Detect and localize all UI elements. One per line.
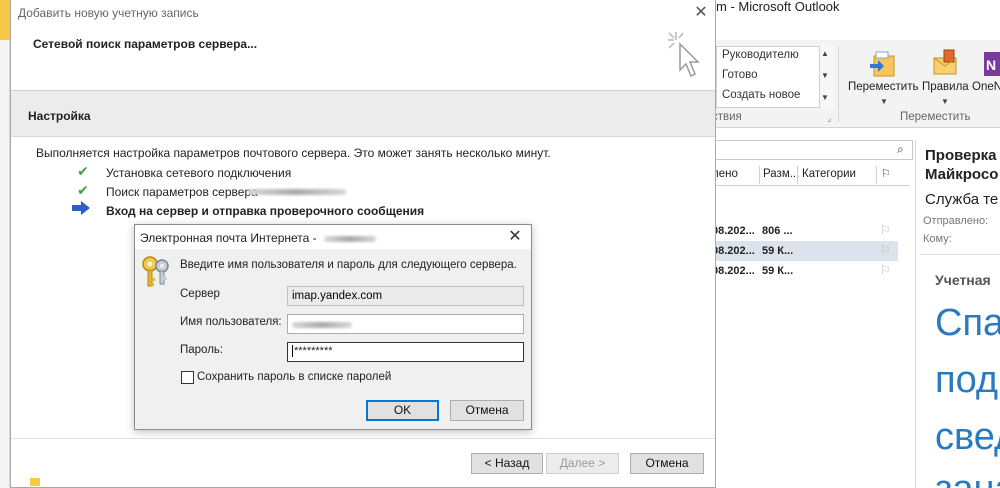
checkmark-icon: ✔: [77, 163, 89, 179]
reading-sender: Служба те: [925, 191, 999, 208]
wizard-cancel-button[interactable]: Отмена: [630, 453, 704, 474]
username-label: Имя пользователя:: [180, 316, 282, 328]
message-size: 806 ...: [762, 225, 793, 237]
reading-subject-line1: Проверка: [925, 147, 997, 164]
reading-body-line: зана: [935, 468, 1000, 488]
credentials-title: Электронная почта Интернета -: [140, 231, 376, 245]
outlook-left-edge-tab: [0, 0, 10, 40]
save-password-checkbox[interactable]: [181, 371, 194, 384]
keys-icon: [140, 254, 174, 293]
quick-step-create-new[interactable]: Создать новое: [722, 89, 800, 101]
wizard-footer-divider: [11, 438, 715, 439]
progress-description: Выполняется настройка параметров почтово…: [36, 146, 551, 160]
column-divider[interactable]: [876, 166, 877, 184]
rules-dropdown-icon[interactable]: ▼: [941, 97, 949, 106]
wizard-heading: Сетевой поиск параметров сервера...: [33, 37, 258, 51]
reading-body-line: Спа: [935, 302, 1000, 344]
reading-body-line: под: [935, 359, 999, 401]
credentials-title-text: Электронная почта Интернета -: [140, 231, 317, 245]
arrow-right-icon: [71, 201, 91, 218]
password-value: *********: [292, 345, 333, 357]
step-server-search: Поиск параметров сервера: [106, 185, 258, 199]
redacted-server: [248, 189, 346, 195]
reading-subject-line2: Майкросо: [925, 166, 999, 183]
back-button[interactable]: < Назад: [471, 453, 543, 474]
flag-icon[interactable]: ⚐: [880, 263, 891, 277]
svg-text:N: N: [986, 57, 996, 73]
flag-icon[interactable]: ⚐: [880, 243, 891, 257]
column-divider[interactable]: [759, 166, 760, 184]
ribbon-separator: [838, 46, 839, 122]
server-field: [287, 286, 524, 306]
search-icon[interactable]: ⌕: [897, 142, 904, 157]
message-date: 08.202...: [712, 265, 755, 277]
cursor-click-icon: [666, 30, 702, 85]
quick-step-manager[interactable]: Руководителю: [722, 49, 799, 61]
outlook-window-title: m - Microsoft Outlook: [716, 0, 840, 14]
move-icon[interactable]: [866, 46, 898, 81]
next-button[interactable]: Далее >: [546, 453, 619, 474]
column-divider[interactable]: [797, 166, 798, 184]
column-header-categories[interactable]: Категории: [802, 168, 856, 180]
credentials-prompt: Введите имя пользователя и пароль для сл…: [180, 259, 517, 271]
flag-column-icon[interactable]: ⚐: [881, 167, 891, 180]
section-title: Настройка: [28, 109, 91, 123]
reading-account-heading: Учетная: [935, 272, 991, 288]
wizard-close-button[interactable]: ✕: [690, 3, 712, 23]
step-login-test: Вход на сервер и отправка проверочного с…: [106, 204, 425, 218]
section-band: [11, 91, 715, 137]
reading-to-label: Кому:: [923, 233, 952, 245]
redacted-account: [324, 235, 376, 242]
move-button[interactable]: Переместить: [848, 81, 918, 93]
column-header-size[interactable]: Разм...: [763, 168, 799, 180]
gallery-expand-icon[interactable]: ▼: [821, 93, 829, 102]
message-date: 08.202...: [712, 225, 755, 237]
username-field[interactable]: [287, 314, 524, 334]
save-password-label[interactable]: Сохранить пароль в списке паролей: [197, 371, 391, 383]
checkmark-icon: ✔: [77, 182, 89, 198]
outlook-folder-peek: [30, 478, 230, 488]
flag-icon[interactable]: ⚐: [880, 223, 891, 237]
move-group-label: Переместить: [900, 111, 971, 123]
onenote-button[interactable]: OneN: [972, 81, 1000, 93]
rules-button[interactable]: Правила: [922, 81, 969, 93]
scroll-up-icon[interactable]: ▲: [821, 49, 829, 58]
message-size: 59 К...: [762, 265, 794, 277]
move-dropdown-icon[interactable]: ▼: [880, 97, 888, 106]
dialog-launcher-icon[interactable]: ⌟: [827, 113, 831, 124]
reading-sent-label: Отправлено:: [923, 215, 989, 227]
message-size: 59 К...: [762, 245, 794, 257]
rules-icon[interactable]: [928, 46, 960, 81]
quick-step-done[interactable]: Готово: [722, 69, 758, 81]
password-field[interactable]: *********: [287, 342, 524, 362]
wizard-title: Добавить новую учетную запись: [18, 6, 199, 20]
ok-button[interactable]: OK: [366, 400, 439, 421]
server-label: Сервер: [180, 288, 220, 300]
credentials-close-button[interactable]: ✕: [504, 227, 526, 247]
onenote-icon[interactable]: N: [982, 46, 1000, 81]
credentials-cancel-button[interactable]: Отмена: [450, 400, 524, 421]
message-date: 08.202...: [712, 245, 755, 257]
outlook-left-edge: [0, 0, 10, 488]
redacted-username: [292, 322, 352, 329]
search-input[interactable]: [700, 140, 913, 160]
reading-body-line: свед: [935, 416, 1000, 458]
step-network-connection: Установка сетевого подключения: [106, 166, 292, 180]
reading-divider: [920, 254, 1000, 255]
password-label: Пароль:: [180, 344, 224, 356]
scroll-down-icon[interactable]: ▼: [821, 71, 829, 80]
